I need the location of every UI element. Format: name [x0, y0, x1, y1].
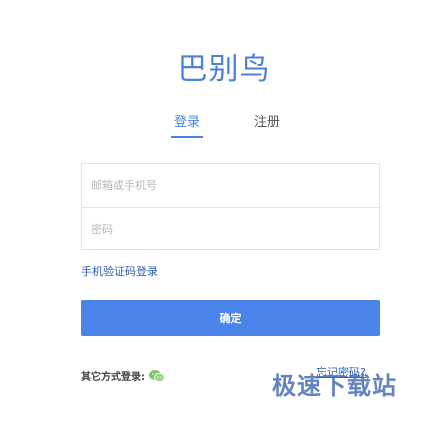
- active-tab-indicator: [171, 136, 203, 138]
- wechat-icon[interactable]: [149, 368, 165, 383]
- login-page: 巴别鸟 登录 注册 手机验证码登录 确定 其它方式登录: 忘记密码? 极速下: [0, 0, 448, 421]
- watermark-logo: 极速下载站: [272, 372, 397, 400]
- brand-logo: 巴别鸟: [177, 52, 271, 87]
- tab-login[interactable]: 登录: [174, 114, 200, 132]
- auth-tabs: 登录 注册: [168, 114, 298, 140]
- login-form: [81, 163, 380, 250]
- password-input[interactable]: [82, 208, 379, 250]
- password-field-wrapper: [82, 207, 379, 250]
- confirm-button[interactable]: 确定: [81, 300, 380, 336]
- other-login-label: 其它方式登录:: [81, 371, 145, 383]
- phone-code-login-link[interactable]: 手机验证码登录: [81, 263, 158, 279]
- other-login-methods: 其它方式登录:: [81, 366, 165, 384]
- account-field-wrapper: [82, 164, 379, 207]
- tab-register[interactable]: 注册: [254, 114, 280, 132]
- account-input[interactable]: [82, 164, 379, 207]
